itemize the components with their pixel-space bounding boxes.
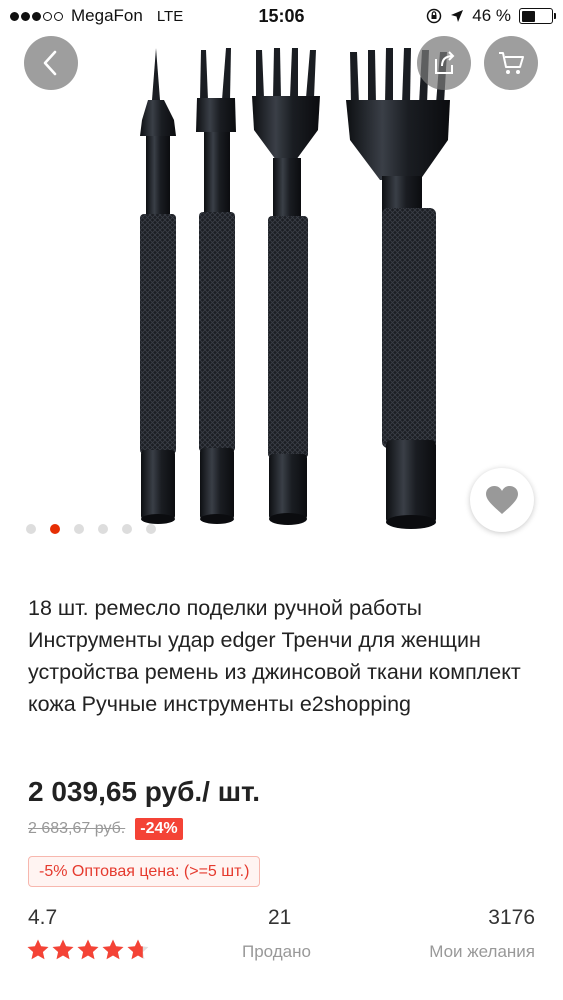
share-icon xyxy=(435,51,455,74)
battery-icon xyxy=(519,8,556,24)
cart-button[interactable] xyxy=(484,36,538,90)
add-to-wishlist-button[interactable] xyxy=(470,468,534,532)
star-icon xyxy=(102,939,124,960)
tool-3-image xyxy=(252,48,320,525)
sold-label: Продано xyxy=(242,942,311,961)
wholesale-price-badge[interactable]: -5% Оптовая цена: (>=5 шт.) xyxy=(28,856,261,887)
tool-1-image xyxy=(140,48,176,524)
rating-value[interactable]: 4.7 xyxy=(28,906,57,930)
heart-icon xyxy=(486,486,518,514)
tool-2-image xyxy=(196,48,236,524)
location-arrow-icon xyxy=(451,10,464,22)
cart-icon xyxy=(499,52,524,74)
chevron-left-icon xyxy=(43,50,57,76)
battery-percent: 46 % xyxy=(472,6,511,25)
status-right: 46 % xyxy=(426,6,556,26)
tool-4-image xyxy=(346,48,450,529)
product-image-gallery[interactable] xyxy=(0,0,563,560)
product-price: 2 039,65 руб./ шт. xyxy=(28,776,261,807)
pager-dot[interactable] xyxy=(98,524,108,534)
pager-dot[interactable] xyxy=(122,524,132,534)
battery-level-fill xyxy=(521,10,535,22)
sold-count: 21 xyxy=(268,906,292,929)
share-button[interactable] xyxy=(417,36,471,90)
star-icon xyxy=(77,939,99,960)
star-icon xyxy=(52,939,74,960)
pager-dot[interactable] xyxy=(26,524,36,534)
product-image xyxy=(140,48,450,529)
pager-dot[interactable] xyxy=(146,524,156,534)
star-icon xyxy=(27,939,49,960)
product-stats: 4.7 21 Продано 3176 Мои желания xyxy=(0,900,563,980)
pager-dot[interactable] xyxy=(74,524,84,534)
old-price: 2 683,67 руб. xyxy=(28,820,126,837)
status-bar: MegaFon LTE 15:06 46 % xyxy=(0,0,563,32)
rotation-lock-icon xyxy=(427,8,442,24)
gallery-pager[interactable] xyxy=(26,524,156,534)
star-icon xyxy=(127,939,149,960)
product-title: 18 шт. ремесло поделки ручной работы Инс… xyxy=(28,596,521,716)
rating-stars[interactable] xyxy=(26,938,150,962)
pager-dot[interactable] xyxy=(50,524,60,534)
old-price-row: 2 683,67 руб. -24% xyxy=(28,818,183,840)
wishlist-label: Мои желания xyxy=(429,942,535,961)
wishlist-count: 3176 xyxy=(488,906,535,929)
back-button[interactable] xyxy=(24,36,78,90)
discount-badge: -24% xyxy=(135,818,183,840)
